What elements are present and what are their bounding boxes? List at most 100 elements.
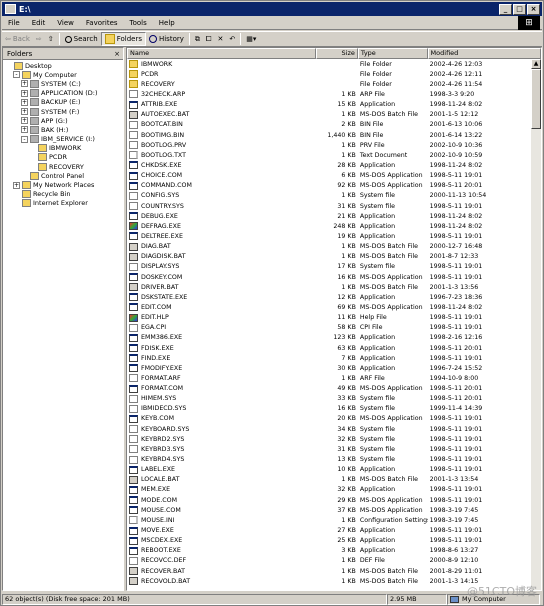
file-row[interactable]: HIMEM.SYS 33 KB System file 1998-5-11 20:01 [127, 394, 541, 404]
file-row[interactable]: FORMAT.ARF 1 KB ARF File 1994-10-9 8:00 [127, 373, 541, 383]
file-row[interactable]: KEYBRD3.SYS 31 KB System file 1998-5-11 19:… [127, 444, 541, 454]
tree-node[interactable]: PCDR [3, 153, 123, 162]
file-row[interactable]: BOOTLOG.TXT 1 KB Text Document 2002-10-9 10… [127, 150, 541, 160]
menu-file[interactable]: File [2, 19, 26, 27]
file-row[interactable]: COMMAND.COM 92 KB MS-DOS Application 1998-5… [127, 181, 541, 191]
column-header-type[interactable]: Type [357, 48, 428, 59]
move-to-button[interactable]: ⧉ [192, 32, 203, 46]
tree-node[interactable]: Internet Explorer [3, 199, 123, 208]
column-header-size[interactable]: Size [316, 48, 358, 59]
views-button[interactable]: ▦▾ [243, 32, 259, 46]
column-header-name[interactable]: Name [127, 48, 317, 59]
file-row[interactable]: DEBUG.EXE 21 KB Application 1998-11-24 8:02 [127, 211, 541, 221]
file-row[interactable]: 32CHECK.ARP 1 KB ARP File 1998-3-3 9:20 [127, 89, 541, 99]
undo-button[interactable]: ↶ [226, 32, 238, 46]
scroll-thumb[interactable] [531, 69, 541, 129]
tree-node[interactable]: + SYSTEM (F:) [3, 107, 123, 116]
history-button[interactable]: History [146, 32, 187, 46]
tree-node[interactable]: + BAK (H:) [3, 125, 123, 134]
expand-icon[interactable]: + [21, 89, 28, 97]
file-row[interactable]: LABEL.EXE 10 KB Application 1998-5-11 19:01 [127, 465, 541, 475]
file-row[interactable]: BOOTIMG.BIN 1,440 KB BIN File 2001-6-14 13:… [127, 130, 541, 140]
menu-tools[interactable]: Tools [124, 19, 153, 27]
file-row[interactable]: IBMIDECD.SYS 16 KB System file 1999-11-4 14… [127, 404, 541, 414]
expand-icon[interactable]: + [21, 98, 28, 106]
file-row[interactable]: LOCALE.BAT 1 KB MS-DOS Batch File 2001-1-3 … [127, 475, 541, 485]
delete-button[interactable]: ✕ [214, 32, 226, 46]
file-row[interactable]: MEM.EXE 32 KB Application 1998-5-11 19:01 [127, 485, 541, 495]
column-header-modified[interactable]: Modified [427, 48, 541, 59]
tree-node[interactable]: + My Network Places [3, 180, 123, 190]
file-row[interactable]: CONFIG.SYS 1 KB System file 2000-11-13 10:5… [127, 191, 541, 201]
file-row[interactable]: KEYBRD2.SYS 32 KB System file 1998-5-11 19:… [127, 434, 541, 444]
vertical-scrollbar[interactable]: ▲ [531, 59, 541, 590]
file-row[interactable]: FIND.EXE 7 KB Application 1998-5-11 19:01 [127, 353, 541, 363]
tree-node[interactable]: Control Panel [3, 171, 123, 180]
maximize-button[interactable]: □ [513, 3, 526, 15]
file-row[interactable]: EGA.CPI 58 KB CPI File 1998-5-11 19:01 [127, 323, 541, 333]
file-row[interactable]: MOVE.EXE 27 KB Application 1998-5-11 19:01 [127, 525, 541, 535]
tree-node[interactable]: RECOVERY [3, 162, 123, 171]
menu-favorites[interactable]: Favorites [80, 19, 124, 27]
close-button[interactable]: × [527, 3, 540, 15]
expand-icon[interactable]: + [21, 126, 28, 134]
expand-icon[interactable]: + [21, 117, 28, 125]
file-row[interactable]: AUTOEXEC.BAT 1 KB MS-DOS Batch File 2001-1-… [127, 110, 541, 120]
folders-button[interactable]: Folders [100, 32, 146, 46]
file-row[interactable]: MODE.COM 29 KB MS-DOS Application 1998-5-11… [127, 495, 541, 505]
file-row[interactable]: REBOOT.EXE 3 KB Application 1998-8-6 13:27 [127, 546, 541, 556]
file-row[interactable]: MOUSE.INI 1 KB Configuration Settings 1998-… [127, 515, 541, 525]
tree-node[interactable]: IBMWORK [3, 144, 123, 153]
collapse-icon[interactable]: - [21, 135, 28, 143]
search-button[interactable]: Search [62, 32, 101, 46]
file-row[interactable]: FORMAT.COM 49 KB MS-DOS Application 1998-5-… [127, 384, 541, 394]
menu-help[interactable]: Help [153, 19, 181, 27]
file-row[interactable]: EMM386.EXE 123 KB Application 1998-2-16 12:… [127, 333, 541, 343]
file-row[interactable]: KEYBOARD.SYS 34 KB System file 1998-5-11 19… [127, 424, 541, 434]
file-row[interactable]: IBMWORK File Folder 2002-4-26 12:03 [127, 59, 541, 69]
file-row[interactable]: DEFRAG.EXE 248 KB Application 1998-11-24 8:… [127, 221, 541, 231]
tree-node[interactable]: - IBM_SERVICE (I:) [3, 135, 123, 144]
file-row[interactable]: KEYBRD4.SYS 13 KB System file 1998-5-11 19:… [127, 454, 541, 464]
scroll-up-icon[interactable]: ▲ [531, 59, 541, 69]
file-row[interactable]: MOUSE.COM 37 KB MS-DOS Application 1998-3-1… [127, 505, 541, 515]
file-row[interactable]: DRIVER.BAT 1 KB MS-DOS Batch File 2001-1-3 … [127, 282, 541, 292]
close-pane-icon[interactable]: × [114, 50, 120, 58]
file-row[interactable]: COUNTRY.SYS 31 KB System file 1998-5-11 19:… [127, 201, 541, 211]
expand-icon[interactable]: + [21, 80, 28, 88]
file-row[interactable]: DSKSTATE.EXE 12 KB Application 1996-7-23 18… [127, 292, 541, 302]
tree-node[interactable]: + BACKUP (E:) [3, 98, 123, 107]
file-row[interactable]: RECOVCC.DEF 1 KB DEF File 2000-8-9 12:10 [127, 556, 541, 566]
menu-edit[interactable]: Edit [26, 19, 52, 27]
file-row[interactable]: FMODIFY.EXE 30 KB Application 1996-7-24 15:… [127, 363, 541, 373]
file-row[interactable]: PCDR File Folder 2002-4-26 12:11 [127, 69, 541, 79]
tree-node[interactable]: + SYSTEM (C:) [3, 79, 123, 88]
file-row[interactable]: RECOVER.BAT 1 KB MS-DOS Batch File 2001-8-2… [127, 566, 541, 576]
up-button[interactable]: ⇧ [45, 32, 57, 46]
expand-icon[interactable]: + [13, 181, 20, 189]
file-row[interactable]: KEYB.COM 20 KB MS-DOS Application 1998-5-11… [127, 414, 541, 424]
title-bar[interactable]: E:\ _ □ × [2, 2, 542, 16]
file-row[interactable]: DIAG.BAT 1 KB MS-DOS Batch File 2000-12-7 1… [127, 242, 541, 252]
tree-node[interactable]: - My Computer [3, 70, 123, 79]
menu-view[interactable]: View [51, 19, 80, 27]
collapse-icon[interactable]: - [13, 71, 20, 79]
file-row[interactable]: CHKDSK.EXE 28 KB Application 1998-11-24 8:0… [127, 160, 541, 170]
file-row[interactable]: EDIT.COM 69 KB MS-DOS Application 1998-11-2… [127, 302, 541, 312]
forward-button[interactable]: ⇨ [33, 32, 45, 46]
file-row[interactable]: MSCDEX.EXE 25 KB Application 1998-5-11 19:0… [127, 536, 541, 546]
file-row[interactable]: DELTREE.EXE 19 KB Application 1998-5-11 19:… [127, 231, 541, 241]
file-row[interactable]: DIAGDISK.BAT 1 KB MS-DOS Batch File 2001-8-… [127, 252, 541, 262]
file-row[interactable]: RECOVERY File Folder 2002-4-26 11:54 [127, 79, 541, 89]
file-row[interactable]: BOOTLOG.PRV 1 KB PRV File 2002-10-9 10:36 [127, 140, 541, 150]
file-row[interactable]: DOSKEY.COM 16 KB MS-DOS Application 1998-5-… [127, 272, 541, 282]
file-row[interactable]: BOOTCAT.BIN 2 KB BIN File 2001-6-13 10:06 [127, 120, 541, 130]
minimize-button[interactable]: _ [499, 3, 512, 15]
file-row[interactable]: DISPLAY.SYS 17 KB System file 1998-5-11 19:… [127, 262, 541, 272]
file-row[interactable]: EDIT.HLP 11 KB Help File 1998-5-11 19:01 [127, 313, 541, 323]
expand-icon[interactable]: + [21, 108, 28, 116]
file-row[interactable]: CHOICE.COM 6 KB MS-DOS Application 1998-5-1… [127, 171, 541, 181]
file-row[interactable]: FDISK.EXE 63 KB Application 1998-5-11 20:01 [127, 343, 541, 353]
back-button[interactable]: ⇦ Back [2, 32, 33, 46]
file-row[interactable]: ATTRIB.EXE 15 KB Application 1998-11-24 8:0… [127, 100, 541, 110]
